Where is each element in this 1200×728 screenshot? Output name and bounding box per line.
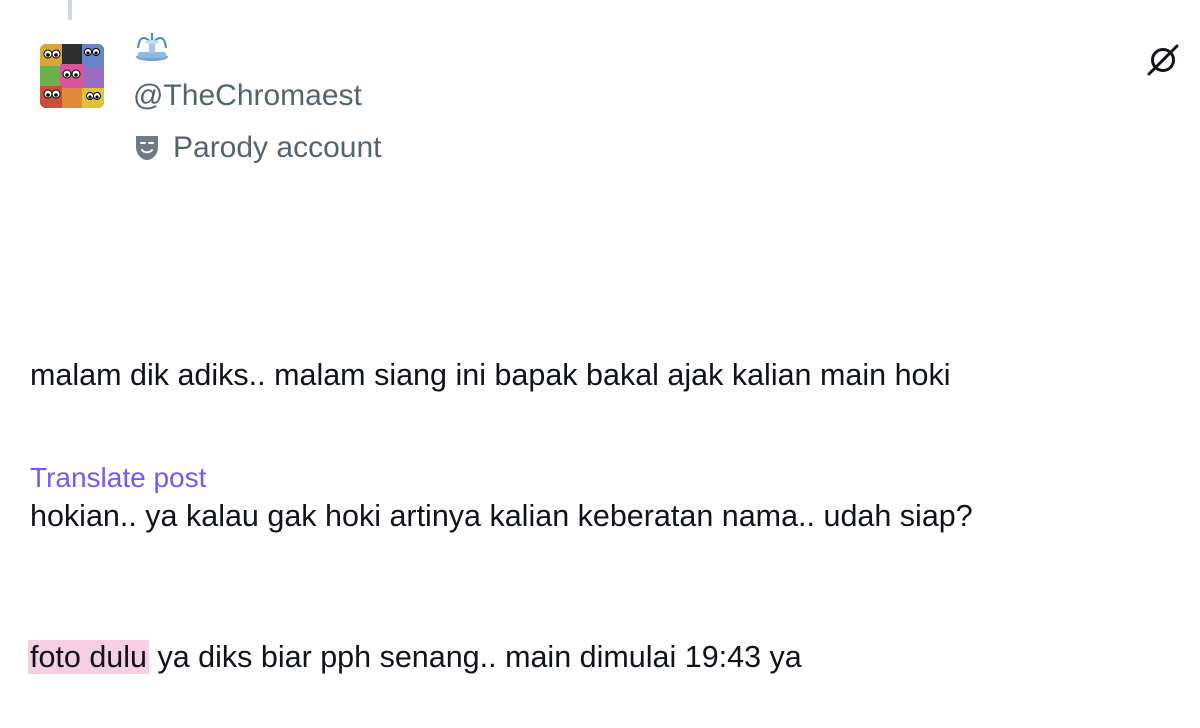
theater-mask-icon (133, 133, 161, 163)
post-text-line-rest: ya diks biar pph senang.. main dimulai 1… (149, 640, 802, 674)
parody-label: Parody account (173, 131, 382, 164)
fountain-emoji-icon (133, 30, 171, 62)
grok-icon[interactable] (1143, 40, 1183, 80)
post-text-line: foto dulu ya diks biar pph senang.. main… (28, 634, 1190, 681)
thread-connector-line (68, 0, 72, 20)
parody-badge: Parody account (133, 128, 381, 168)
avatar[interactable] (40, 44, 104, 108)
post-text-line: hokian.. ya kalau gak hoki artinya kalia… (30, 499, 973, 533)
translate-post-link[interactable]: Translate post (30, 458, 206, 498)
avatar-image (40, 44, 104, 108)
post-text-line: malam dik adiks.. malam siang ini bapak … (30, 358, 951, 392)
highlighted-text: foto dulu (28, 640, 150, 674)
user-handle[interactable]: @TheChromaest (133, 76, 362, 116)
